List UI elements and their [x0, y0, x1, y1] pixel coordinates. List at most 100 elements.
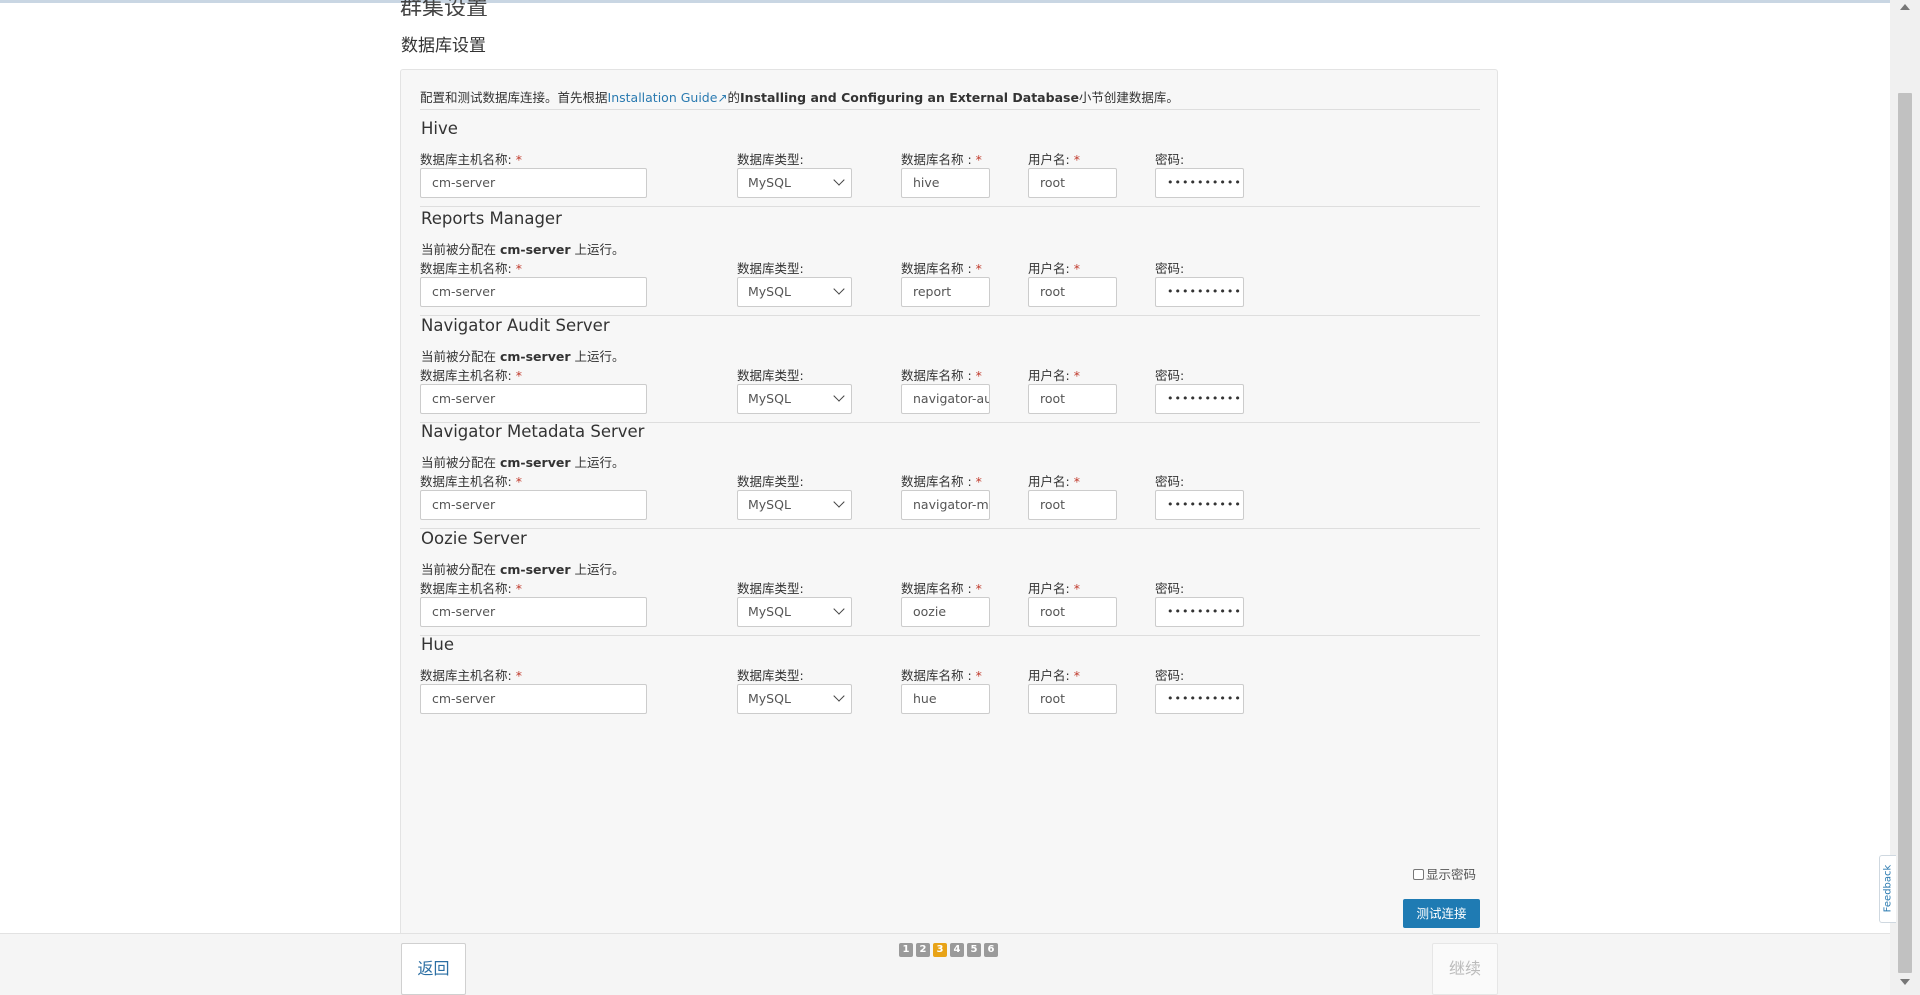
required-marker: * — [515, 368, 522, 383]
type-label: 数据库类型: — [737, 578, 804, 597]
db-password-input[interactable]: •••••••••• — [1155, 597, 1244, 627]
service-title: Oozie Server — [421, 529, 527, 548]
assigned-host-note: 当前被分配在 cm-server 上运行。 — [421, 346, 624, 365]
db-type-value: MySQL — [748, 604, 791, 619]
db-type-value: MySQL — [748, 497, 791, 512]
db-username-input[interactable]: root — [1028, 384, 1117, 414]
db-host-input[interactable]: cm-server — [420, 384, 647, 414]
scroll-thumb[interactable] — [1898, 93, 1912, 973]
db-host-input[interactable]: cm-server — [420, 277, 647, 307]
db-username-input[interactable]: root — [1028, 168, 1117, 198]
continue-button[interactable]: 继续 — [1432, 943, 1498, 995]
dbname-label-text: 数据库名称 : — [901, 152, 972, 167]
test-connection-button[interactable]: 测试连接 — [1403, 899, 1480, 928]
password-label-text: 密码: — [1155, 581, 1185, 596]
host-label: 数据库主机名称: * — [420, 471, 522, 490]
user-label-text: 用户名: — [1028, 261, 1070, 276]
note-prefix: 当前被分配在 — [421, 455, 500, 470]
required-marker: * — [1073, 581, 1080, 596]
note-suffix: 上运行。 — [570, 562, 625, 577]
user-label-text: 用户名: — [1028, 152, 1070, 167]
db-host-input[interactable]: cm-server — [420, 597, 647, 627]
show-password-toggle[interactable]: 显示密码 — [1413, 864, 1476, 883]
db-host-input[interactable]: cm-server — [420, 684, 647, 714]
host-label-text: 数据库主机名称: — [420, 368, 512, 383]
db-username-input[interactable]: root — [1028, 490, 1117, 520]
service-title: Reports Manager — [421, 209, 562, 228]
assigned-host-note: 当前被分配在 cm-server 上运行。 — [421, 452, 624, 471]
db-password-input[interactable]: •••••••••• — [1155, 384, 1244, 414]
page-scrollbar[interactable] — [1890, 0, 1920, 995]
step-5[interactable]: 5 — [967, 943, 981, 957]
db-name-input[interactable]: oozie — [901, 597, 990, 627]
assigned-host-note: 当前被分配在 cm-server 上运行。 — [421, 559, 624, 578]
chevron-down-icon — [833, 390, 845, 402]
dbname-label-text: 数据库名称 : — [901, 261, 972, 276]
db-type-value: MySQL — [748, 691, 791, 706]
db-name-input[interactable]: hue — [901, 684, 990, 714]
dbname-label-text: 数据库名称 : — [901, 474, 972, 489]
step-2[interactable]: 2 — [916, 943, 930, 957]
password-label-text: 密码: — [1155, 368, 1185, 383]
service-title: Navigator Metadata Server — [421, 422, 645, 441]
show-password-checkbox[interactable] — [1413, 869, 1424, 880]
db-password-input[interactable]: •••••••••• — [1155, 684, 1244, 714]
db-password-input[interactable]: •••••••••• — [1155, 490, 1244, 520]
service-title: Hive — [421, 119, 458, 138]
installation-guide-link[interactable]: Installation Guide — [608, 90, 718, 105]
required-marker: * — [975, 368, 982, 383]
db-type-select[interactable]: MySQL — [737, 490, 852, 520]
password-label: 密码: — [1155, 258, 1184, 277]
user-label-text: 用户名: — [1028, 368, 1070, 383]
db-type-select[interactable]: MySQL — [737, 277, 852, 307]
divider — [420, 206, 1480, 207]
db-type-select[interactable]: MySQL — [737, 384, 852, 414]
db-name-input[interactable]: navigator-metadata — [901, 490, 990, 520]
host-label-text: 数据库主机名称: — [420, 474, 512, 489]
dbname-label: 数据库名称 : * — [901, 258, 982, 277]
required-marker: * — [975, 152, 982, 167]
db-type-select[interactable]: MySQL — [737, 684, 852, 714]
db-host-input[interactable]: cm-server — [420, 490, 647, 520]
step-3[interactable]: 3 — [933, 943, 947, 957]
step-6[interactable]: 6 — [984, 943, 998, 957]
db-password-input[interactable]: •••••••••• — [1155, 168, 1244, 198]
db-name-input[interactable]: report — [901, 277, 990, 307]
type-label-text: 数据库类型: — [737, 581, 804, 596]
db-type-select[interactable]: MySQL — [737, 168, 852, 198]
dbname-label-text: 数据库名称 : — [901, 368, 972, 383]
scroll-up-arrow-icon[interactable] — [1900, 4, 1910, 10]
type-label-text: 数据库类型: — [737, 152, 804, 167]
db-type-select[interactable]: MySQL — [737, 597, 852, 627]
required-marker: * — [1073, 261, 1080, 276]
step-4[interactable]: 4 — [950, 943, 964, 957]
dbname-label-text: 数据库名称 : — [901, 668, 972, 683]
db-username-input[interactable]: root — [1028, 277, 1117, 307]
feedback-tab[interactable]: Feedback — [1879, 855, 1896, 923]
db-name-input[interactable]: navigator-audit — [901, 384, 990, 414]
required-marker: * — [515, 474, 522, 489]
db-password-input[interactable]: •••••••••• — [1155, 277, 1244, 307]
step-1[interactable]: 1 — [899, 943, 913, 957]
scroll-down-arrow-icon[interactable] — [1900, 979, 1910, 985]
required-marker: * — [515, 152, 522, 167]
db-name-input[interactable]: hive — [901, 168, 990, 198]
divider — [420, 528, 1480, 529]
db-username-input[interactable]: root — [1028, 597, 1117, 627]
back-button[interactable]: 返回 — [401, 943, 466, 995]
note-suffix: 上运行。 — [570, 455, 625, 470]
password-label: 密码: — [1155, 578, 1184, 597]
db-host-input[interactable]: cm-server — [420, 168, 647, 198]
intro-prefix: 配置和测试数据库连接。首先根据 — [420, 90, 608, 105]
host-label: 数据库主机名称: * — [420, 365, 522, 384]
intro-text: 配置和测试数据库连接。首先根据Installation Guide↗的Insta… — [420, 87, 1179, 106]
password-label: 密码: — [1155, 471, 1184, 490]
service-title: Hue — [421, 635, 455, 654]
dbname-label: 数据库名称 : * — [901, 149, 982, 168]
password-label-text: 密码: — [1155, 668, 1185, 683]
password-label-text: 密码: — [1155, 152, 1185, 167]
service-title: Navigator Audit Server — [421, 316, 610, 335]
host-label: 数据库主机名称: * — [420, 665, 522, 684]
db-username-input[interactable]: root — [1028, 684, 1117, 714]
type-label: 数据库类型: — [737, 149, 804, 168]
